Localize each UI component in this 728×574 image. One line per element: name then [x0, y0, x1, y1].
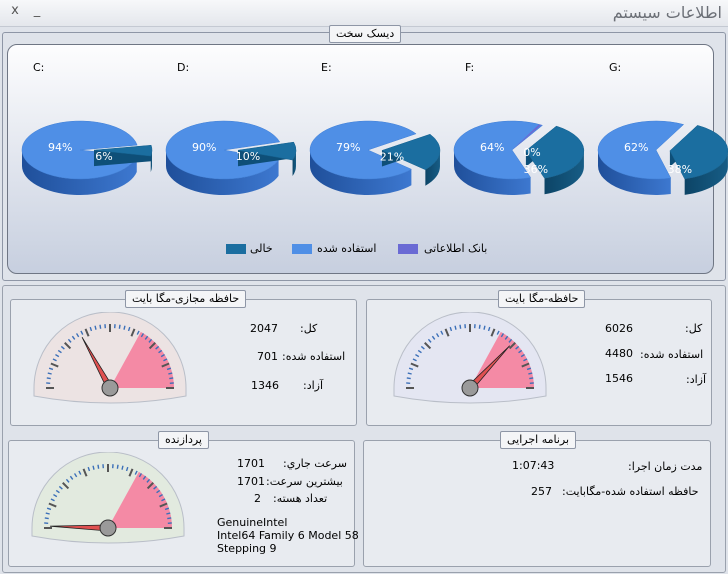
cpu-cores-value: 2: [254, 492, 261, 505]
gauge-tick: [123, 325, 126, 330]
legend-unavailable-label: بانک اطلاعاتی: [424, 242, 488, 255]
drive-label: F:: [465, 61, 474, 74]
gauge-tick: [407, 372, 412, 375]
pie-label-used: 90%: [192, 141, 216, 154]
gauge-tick: [167, 517, 172, 520]
memory-title: حافظه-مگا بایت: [498, 290, 586, 308]
disk-pie-g: 62% 38% G:: [597, 61, 728, 195]
legend-swatch-used: [292, 244, 312, 254]
mem-used-value: 4480: [605, 347, 633, 360]
gauge-tick: [168, 372, 173, 375]
mem-free-label: آزاد:: [686, 373, 707, 386]
legend-swatch-empty: [226, 244, 246, 254]
program-mem-value: 257: [531, 485, 552, 498]
mem-used-label: استفاده شده:: [640, 348, 704, 361]
legend-used-label: استفاده شده: [317, 242, 377, 255]
cpu-model: Intel64 Family 6 Model 58: [217, 529, 359, 542]
program-title: برنامه اجرایی: [500, 431, 577, 449]
gauge-tick: [118, 324, 121, 329]
cpu-vendor: GenuineIntel: [217, 516, 288, 529]
pie-label-empty: 36%: [524, 163, 548, 176]
gauge-tick: [46, 377, 51, 380]
pie-label-used: 79%: [336, 141, 360, 154]
gauge-tick: [454, 325, 457, 330]
cpu-current-speed-label: سرعت جاري:: [283, 457, 347, 470]
pie-label-empty: 21%: [380, 150, 404, 163]
pie-label-used: 94%: [48, 141, 72, 154]
gauge-tick: [94, 325, 97, 330]
gauge-tick: [169, 377, 174, 380]
cpu-max-speed-value: 1701: [237, 475, 265, 488]
drive-label: D:: [177, 61, 189, 74]
gauge-tick: [45, 512, 50, 515]
gauge-tick: [44, 517, 49, 520]
gauge-tick: [47, 372, 52, 375]
gauge-tick: [99, 324, 102, 329]
virtual-memory-gauge: [33, 312, 187, 404]
vm-free-label: آزاد:: [303, 379, 324, 392]
disk-pie-d: 90% 10% D:: [165, 61, 297, 195]
disk-pie-e: 79% 21% E:: [309, 61, 441, 195]
vm-total-value: 2047: [250, 322, 278, 335]
pie-label-empty: 6%: [95, 150, 112, 163]
vm-total-label: کل:: [300, 322, 318, 335]
gauge-hub: [101, 379, 119, 397]
gauge-tick: [529, 377, 534, 380]
memory-gauge: [393, 312, 547, 404]
gauge-tick: [459, 324, 462, 329]
mem-total-value: 6026: [605, 322, 633, 335]
disk-pie-f: 64% 36% 0% F:: [453, 61, 585, 196]
cpu-current-speed-value: 1701: [237, 457, 265, 470]
gauge-tick: [528, 372, 533, 375]
pie-label-empty: 38%: [668, 163, 692, 176]
virtual-memory-title: حافظه مجازی-مگا بایت: [125, 290, 247, 308]
pie-label-empty: 10%: [236, 150, 260, 163]
legend-empty-label: خالی: [250, 242, 273, 255]
gauge-tick: [166, 512, 171, 515]
processor-gauge: [31, 452, 185, 544]
drive-label: E:: [321, 61, 332, 74]
disk-pie-charts: 94% 6% C: 90% 10% D: 79% 21% E: 64% 36% 0% F: 62% 38% G…: [21, 61, 728, 196]
cpu-stepping: Stepping 9: [217, 542, 277, 555]
pie-label-used: 64%: [480, 141, 504, 154]
pie-label-unavailable: 0%: [523, 146, 540, 159]
mem-total-label: کل:: [685, 322, 703, 335]
drive-label: C:: [33, 61, 44, 74]
legend-swatch-unavailable: [398, 244, 418, 254]
processor-title: پردازنده: [158, 431, 209, 449]
cpu-cores-label: تعداد هسته:: [273, 492, 328, 505]
pie-label-used: 62%: [624, 141, 648, 154]
program-uptime-value: 1:07:43: [512, 459, 555, 472]
vm-free-value: 1346: [251, 379, 279, 392]
gauge-tick: [478, 324, 481, 329]
vm-used-value: 701: [257, 350, 278, 363]
vm-used-label: استفاده شده:: [282, 350, 346, 363]
program-mem-label: حافظه استفاده شده-مگابایت:: [562, 485, 699, 498]
program-uptime-label: مدت زمان اجرا:: [628, 460, 703, 473]
cpu-max-speed-label: بیشترین سرعت:: [266, 475, 343, 488]
gauge-hub: [99, 519, 117, 537]
gauge-tick: [116, 464, 119, 469]
gauge-tick: [92, 465, 95, 470]
disk-pie-c: 94% 6% C:: [21, 61, 153, 195]
mem-free-value: 1546: [605, 372, 633, 385]
gauge-hub: [461, 379, 479, 397]
gauge-tick: [97, 464, 100, 469]
gauge-tick: [483, 325, 486, 330]
drive-label: G:: [609, 61, 621, 74]
gauge-tick: [121, 465, 124, 470]
gauge-tick: [406, 377, 411, 380]
